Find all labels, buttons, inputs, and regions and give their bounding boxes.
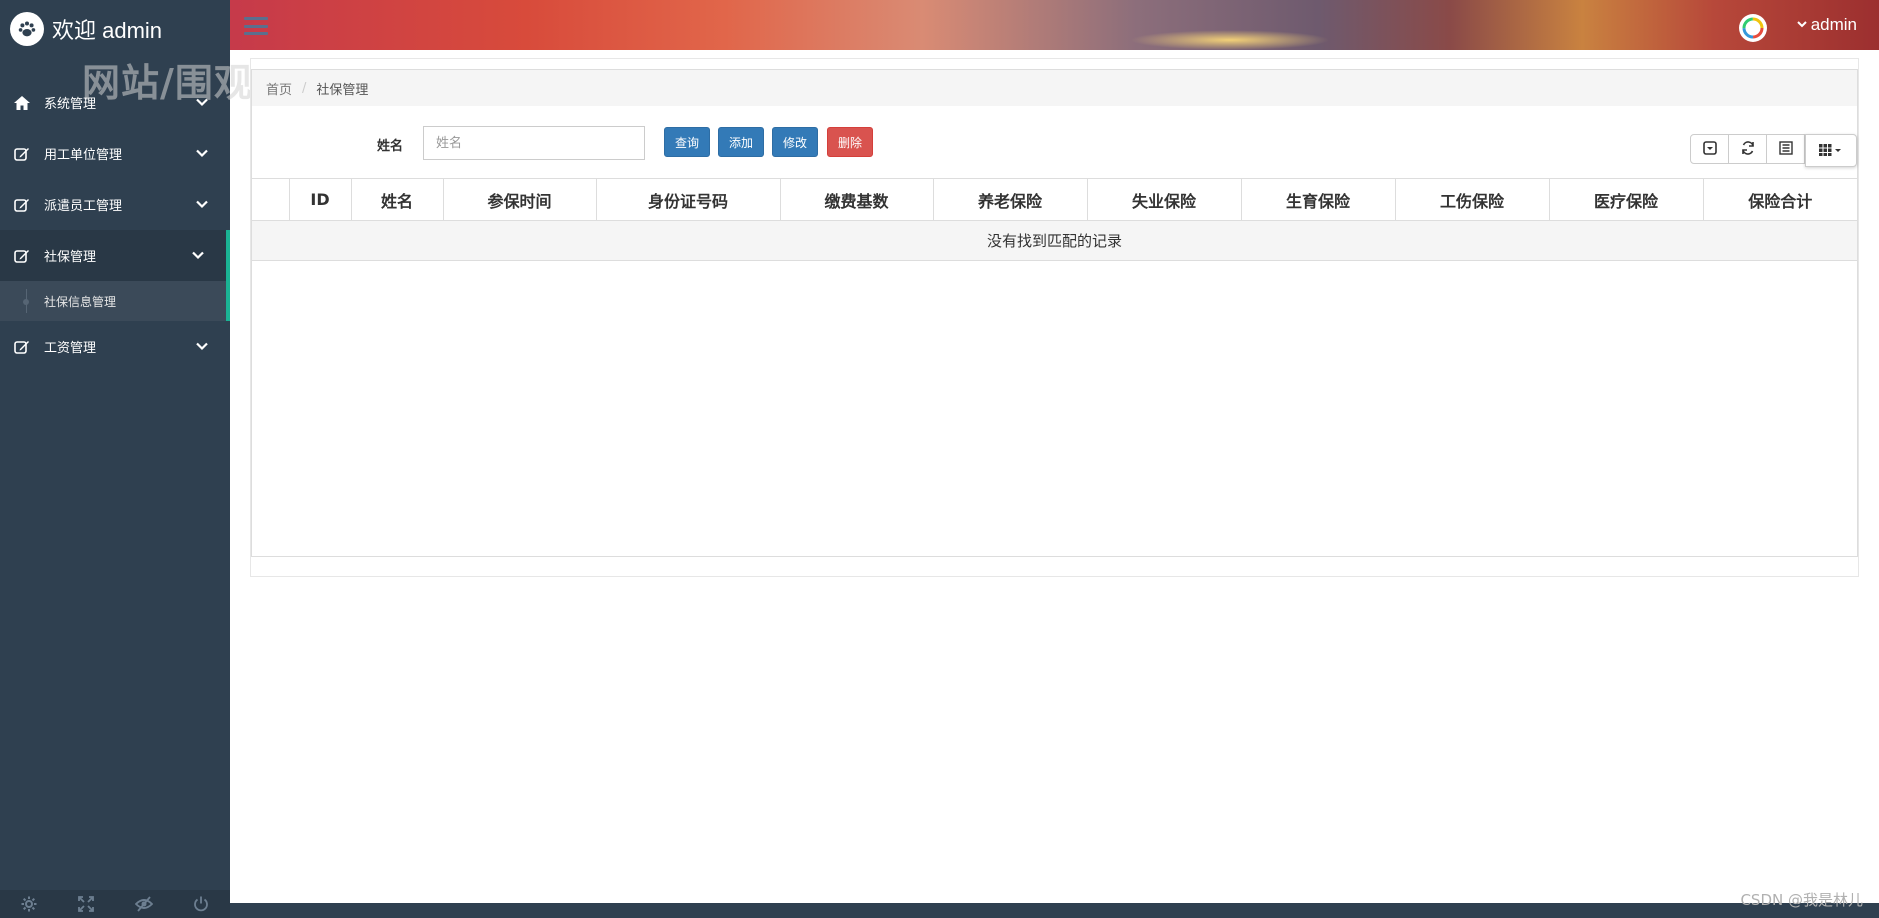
- refresh-button[interactable]: [1728, 134, 1767, 164]
- add-button[interactable]: 添加: [718, 127, 765, 157]
- home-icon: [14, 95, 30, 111]
- paw-logo-icon: [10, 12, 44, 46]
- sidebar-item-label: 派遣员工管理: [44, 199, 123, 214]
- social-security-table: ID 姓名 参保时间 身份证号码 缴费基数 养老保险 失业保险 生育保险 工伤保…: [252, 178, 1857, 261]
- empty-table-message: 没有找到匹配的记录: [252, 220, 1857, 261]
- columns-dropdown-button[interactable]: [1805, 134, 1857, 167]
- column-header[interactable]: 姓名: [350, 178, 443, 221]
- sidebar-item-social-security[interactable]: 社保管理: [0, 230, 230, 281]
- edit-icon: [14, 146, 30, 162]
- edit-icon: [14, 339, 30, 355]
- table-header-row: ID 姓名 参保时间 身份证号码 缴费基数 养老保险 失业保险 生育保险 工伤保…: [252, 178, 1857, 221]
- query-button[interactable]: 查询: [664, 127, 711, 157]
- name-filter-label: 姓名: [377, 139, 404, 154]
- edit-icon: [14, 248, 30, 264]
- sidebar-footer: [0, 890, 230, 918]
- sidebar: 欢迎 admin 网站/围观客 系统管理 用工单位管理 派遣员工管理 社保管理 …: [0, 0, 291, 918]
- bottom-bar: [230, 903, 1879, 918]
- fullscreen-icon[interactable]: [77, 895, 95, 913]
- sidebar-item-dispatch[interactable]: 派遣员工管理: [0, 179, 230, 230]
- edit-icon: [14, 197, 30, 213]
- sidebar-item-label: 用工单位管理: [44, 148, 123, 163]
- name-search-input[interactable]: [423, 126, 645, 160]
- column-header[interactable]: 生育保险: [1240, 178, 1395, 221]
- chevron-down-icon: [196, 146, 208, 161]
- brand-title: 欢迎 admin: [52, 18, 163, 43]
- chevron-down-icon: [196, 197, 208, 212]
- grid-icon: [1819, 141, 1843, 160]
- breadcrumb-separator: /: [302, 80, 307, 96]
- edit-button[interactable]: 修改: [772, 127, 819, 157]
- column-header[interactable]: 医疗保险: [1548, 178, 1703, 221]
- filter-toolbar: 姓名 查询 添加 修改 删除: [252, 126, 1857, 160]
- delete-button[interactable]: 删除: [827, 127, 874, 157]
- table-row: 没有找到匹配的记录: [252, 220, 1857, 261]
- toggle-view-button[interactable]: [1766, 134, 1805, 164]
- power-icon[interactable]: [192, 895, 210, 913]
- table-toolbar: [1690, 134, 1857, 167]
- sidebar-item-label: 社保管理: [44, 250, 97, 265]
- top-header: admin: [230, 0, 1879, 50]
- content-area: 首页 / 社保管理 姓名 查询 添加 修改 删除: [250, 58, 1859, 577]
- sidebar-item-employer[interactable]: 用工单位管理: [0, 128, 230, 179]
- sidebar-item-salary[interactable]: 工资管理: [0, 321, 230, 372]
- list-icon: [1778, 140, 1793, 159]
- chevron-down-icon: [192, 248, 204, 263]
- refresh-icon: [1741, 140, 1755, 159]
- menu-toggle-icon[interactable]: [244, 17, 268, 35]
- column-header[interactable]: ID: [288, 178, 351, 221]
- settings-icon[interactable]: [20, 895, 38, 913]
- breadcrumb-current: 社保管理: [316, 82, 369, 98]
- column-header[interactable]: 养老保险: [932, 178, 1087, 221]
- column-header[interactable]: 缴费基数: [779, 178, 933, 221]
- user-menu[interactable]: admin: [1796, 15, 1857, 35]
- breadcrumb: 首页 / 社保管理: [252, 70, 1857, 106]
- breadcrumb-home[interactable]: 首页: [266, 79, 292, 98]
- sidebar-brand: 欢迎 admin: [0, 0, 230, 58]
- user-avatar[interactable]: [1739, 14, 1767, 42]
- sidebar-menu: 系统管理 用工单位管理 派遣员工管理 社保管理 社保信息管理 工资管理: [0, 77, 230, 372]
- sidebar-item-label: 工资管理: [44, 341, 97, 356]
- username: admin: [1810, 15, 1857, 34]
- chevron-down-icon: [1796, 19, 1807, 31]
- sidebar-subitem-social-security-info[interactable]: 社保信息管理: [0, 281, 230, 321]
- sidebar-subitem-label: 社保信息管理: [44, 294, 117, 309]
- chevron-down-icon: [196, 339, 208, 354]
- column-header[interactable]: 参保时间: [442, 178, 596, 221]
- main-panel: 首页 / 社保管理 姓名 查询 添加 修改 删除: [251, 69, 1858, 557]
- column-header[interactable]: 失业保险: [1086, 178, 1241, 221]
- chevron-down-icon: [196, 95, 208, 110]
- credit-watermark: CSDN @我是林儿: [1740, 891, 1863, 909]
- toggle-pagination-button[interactable]: [1690, 134, 1729, 164]
- select-all-column[interactable]: [252, 178, 289, 221]
- sidebar-item-label: 系统管理: [44, 97, 97, 112]
- eye-slash-icon[interactable]: [134, 895, 153, 913]
- collapse-icon: [1702, 140, 1717, 159]
- column-header[interactable]: 保险合计: [1702, 178, 1857, 221]
- sidebar-item-system[interactable]: 系统管理: [0, 77, 230, 128]
- column-header[interactable]: 身份证号码: [595, 178, 780, 221]
- column-header[interactable]: 工伤保险: [1394, 178, 1549, 221]
